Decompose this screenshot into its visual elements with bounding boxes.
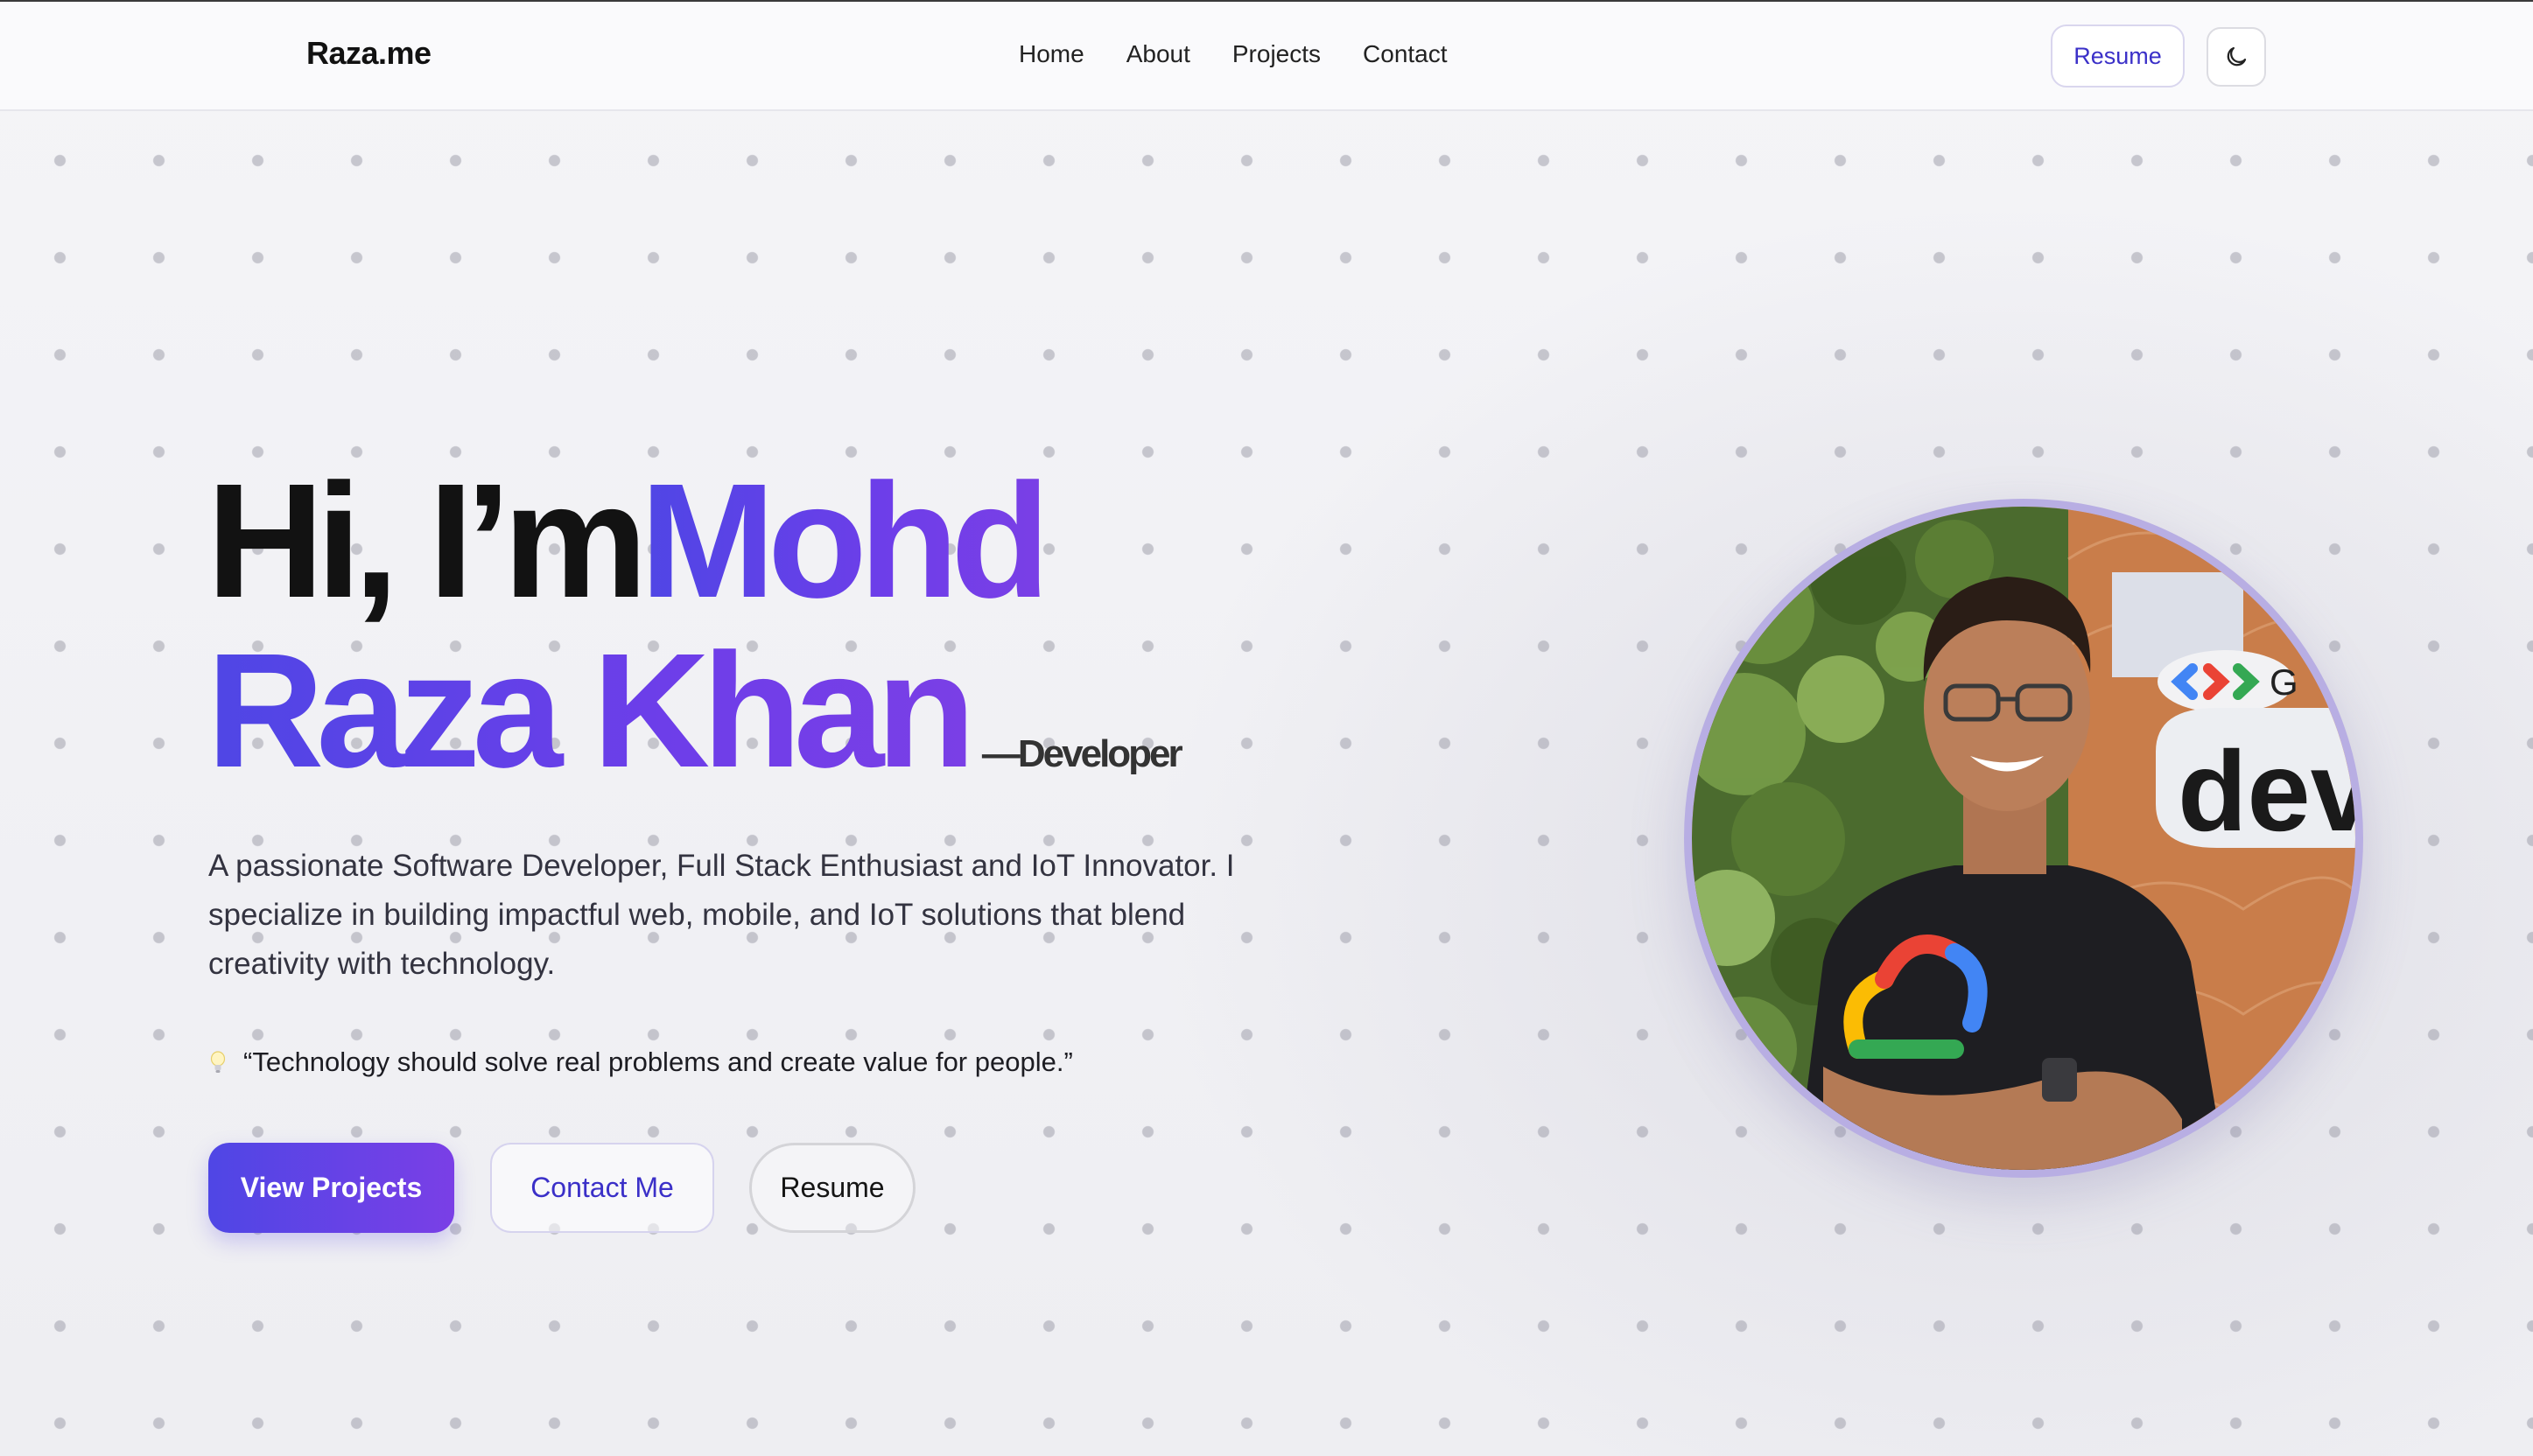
nav-links: Home About Projects Contact (1019, 40, 1490, 68)
contact-me-button[interactable]: Contact Me (490, 1143, 714, 1233)
hero-name-rest: Raza Khan (207, 620, 976, 802)
hero-tagline: A passionate Software Developer, Full St… (208, 849, 1235, 981)
hero-title: Hi, I’mMohd Raza Khan —Developer (207, 457, 1183, 839)
nav-link-about[interactable]: About (1126, 40, 1190, 68)
quote-text: “Technology should solve real problems a… (243, 1046, 1073, 1077)
hero-name-first: Mohd (640, 451, 1050, 632)
nav-link-contact[interactable]: Contact (1363, 40, 1448, 68)
view-projects-button[interactable]: View Projects (208, 1143, 454, 1233)
nav-link-projects[interactable]: Projects (1232, 40, 1321, 68)
navbar: Raza.me Home About Projects Contact Resu… (0, 2, 2533, 111)
hero-quote: “Technology should solve real problems a… (210, 1046, 1073, 1078)
hero-greeting: Hi, I’m (207, 451, 648, 632)
nav-resume-button[interactable]: Resume (2051, 24, 2185, 88)
profile-photo-illustration: G dev (1692, 507, 2355, 1170)
theme-toggle-button[interactable] (2207, 27, 2266, 87)
resume-button[interactable]: Resume (749, 1143, 916, 1233)
hero-role: —Developer (981, 732, 1183, 775)
page: Raza.me Home About Projects Contact Resu… (0, 0, 2533, 1456)
sign-letter: G (2270, 662, 2298, 703)
nav-link-home[interactable]: Home (1019, 40, 1084, 68)
sign-dev-text: dev (2178, 727, 2355, 855)
moon-icon (2227, 46, 2247, 66)
profile-photo: G dev (1684, 499, 2363, 1178)
brand-logo[interactable]: Raza.me (306, 35, 432, 72)
lightbulb-icon (210, 1051, 226, 1073)
